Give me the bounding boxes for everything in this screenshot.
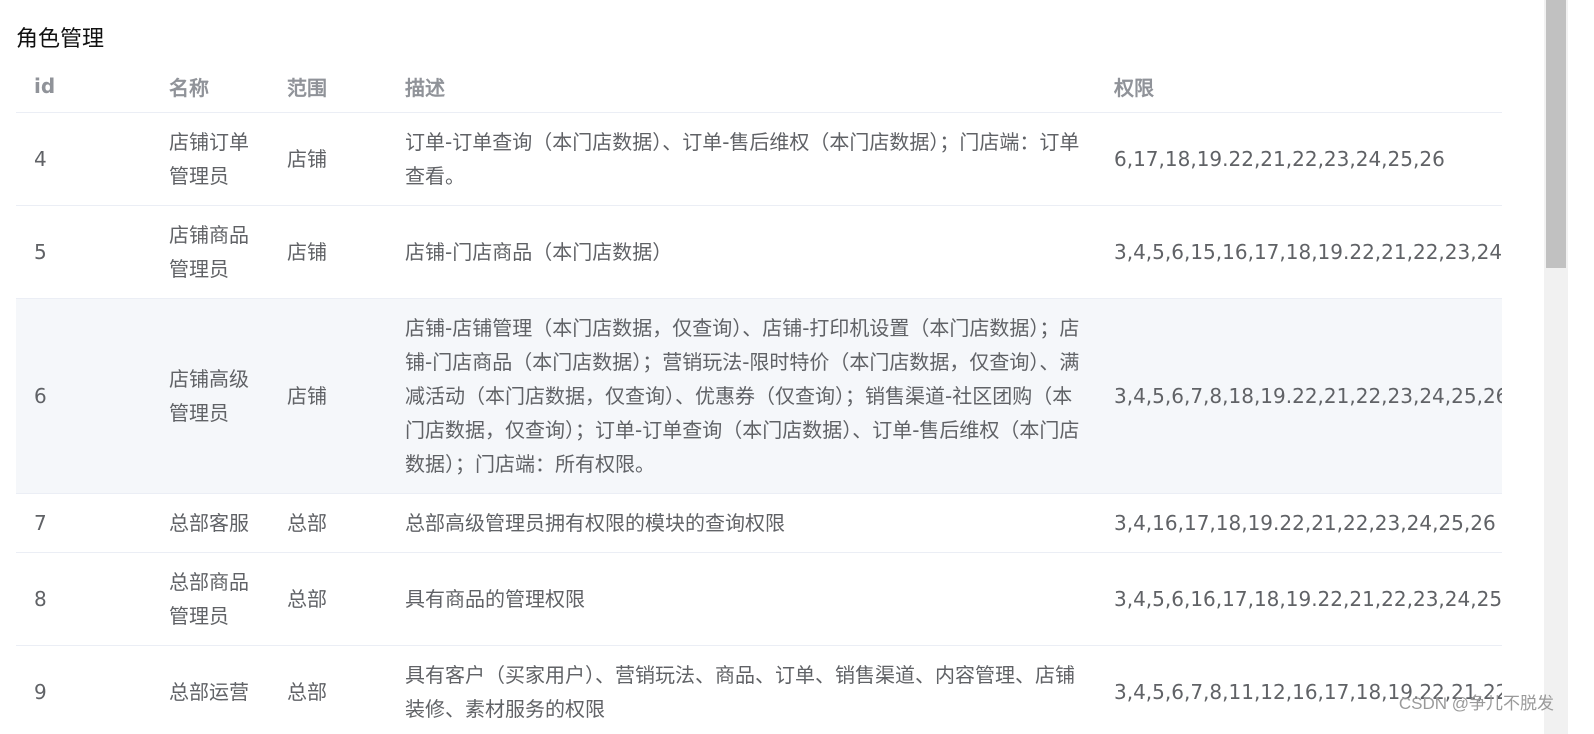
table-row[interactable]: 8 总部商品管理员 总部 具有商品的管理权限 3,4,5,6,16,17,18,…	[16, 552, 1502, 646]
cell-scope: 总部	[269, 552, 387, 646]
cell-permissions: 3,4,16,17,18,19.22,21,22,23,24,25,26	[1096, 493, 1502, 553]
cell-name: 总部客服	[151, 493, 269, 553]
cell-description: 订单-订单查询（本门店数据）、订单-售后维权（本门店数据）；门店端：订单查看。	[387, 112, 1096, 206]
cell-scope: 总部	[269, 493, 387, 553]
cell-id: 4	[16, 112, 151, 206]
watermark: CSDN @争儿不脱发	[1398, 694, 1554, 713]
cell-name: 总部商品管理员	[151, 552, 269, 646]
cell-permissions: 6,17,18,19.22,21,22,23,24,25,26	[1096, 112, 1502, 206]
page-title: 角色管理	[16, 27, 105, 52]
column-header-scope[interactable]: 范围	[269, 60, 387, 113]
cell-permissions: 3,4,5,6,7,8,18,19.22,21,22,23,24,25,26	[1096, 298, 1502, 494]
cell-description: 店铺-店铺管理（本门店数据，仅查询）、店铺-打印机设置（本门店数据）；店铺-门店…	[387, 298, 1096, 494]
table-row[interactable]: 9 总部运营 总部 具有客户（买家用户）、营销玩法、商品、订单、销售渠道、内容管…	[16, 645, 1502, 734]
table-row[interactable]: 7 总部客服 总部 总部高级管理员拥有权限的模块的查询权限 3,4,16,17,…	[16, 493, 1502, 553]
cell-id: 8	[16, 552, 151, 646]
cell-description: 具有客户（买家用户）、营销玩法、商品、订单、销售渠道、内容管理、店铺装修、素材服…	[387, 645, 1096, 734]
column-header-name[interactable]: 名称	[151, 60, 269, 113]
cell-scope: 店铺	[269, 298, 387, 494]
roles-table-container: id 名称 范围 描述 权限 4 店铺订单管理员 店铺 订单-订单查询（本门店数…	[16, 60, 1502, 734]
table-row[interactable]: 4 店铺订单管理员 店铺 订单-订单查询（本门店数据）、订单-售后维权（本门店数…	[16, 112, 1502, 206]
cell-id: 5	[16, 205, 151, 299]
cell-permissions: 3,4,5,6,16,17,18,19.22,21,22,23,24,25,26	[1096, 552, 1502, 646]
role-management-page: 角色管理 id 名称 范围 描述 权限 4 店铺订单管理员 店铺 订单-订单查询…	[0, 0, 1594, 734]
cell-scope: 总部	[269, 645, 387, 734]
cell-permissions: 3,4,5,6,15,16,17,18,19.22,21,22,23,24,25…	[1096, 205, 1502, 299]
cell-name: 总部运营	[151, 645, 269, 734]
cell-name: 店铺订单管理员	[151, 112, 269, 206]
table-header-row: id 名称 范围 描述 权限	[16, 60, 1502, 113]
cell-id: 6	[16, 298, 151, 494]
table-row[interactable]: 5 店铺商品管理员 店铺 店铺-门店商品（本门店数据） 3,4,5,6,15,1…	[16, 205, 1502, 299]
vertical-scrollbar-thumb[interactable]	[1546, 0, 1566, 268]
column-header-id[interactable]: id	[16, 60, 151, 113]
table-header: id 名称 范围 描述 权限	[16, 60, 1502, 113]
column-header-description[interactable]: 描述	[387, 60, 1096, 113]
roles-table: id 名称 范围 描述 权限 4 店铺订单管理员 店铺 订单-订单查询（本门店数…	[16, 60, 1502, 734]
cell-description: 店铺-门店商品（本门店数据）	[387, 205, 1096, 299]
column-header-permissions[interactable]: 权限	[1096, 60, 1502, 113]
cell-id: 9	[16, 645, 151, 734]
cell-name: 店铺高级管理员	[151, 298, 269, 494]
cell-name: 店铺商品管理员	[151, 205, 269, 299]
table-row[interactable]: 6 店铺高级管理员 店铺 店铺-店铺管理（本门店数据，仅查询）、店铺-打印机设置…	[16, 298, 1502, 494]
table-body: 4 店铺订单管理员 店铺 订单-订单查询（本门店数据）、订单-售后维权（本门店数…	[16, 112, 1502, 734]
cell-id: 7	[16, 493, 151, 553]
cell-description: 具有商品的管理权限	[387, 552, 1096, 646]
cell-scope: 店铺	[269, 112, 387, 206]
cell-scope: 店铺	[269, 205, 387, 299]
cell-description: 总部高级管理员拥有权限的模块的查询权限	[387, 493, 1096, 553]
